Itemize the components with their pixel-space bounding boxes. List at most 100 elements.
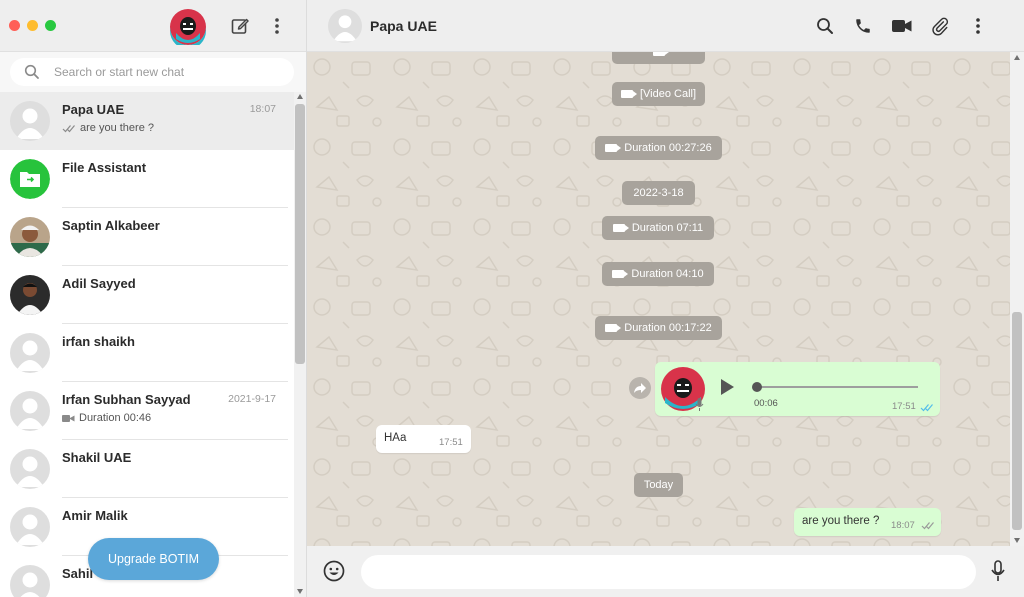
search-icon[interactable]: [814, 15, 836, 37]
search-input[interactable]: [54, 63, 284, 81]
file-assistant-icon: [10, 159, 50, 199]
system-message-duration: Duration 04:10: [602, 262, 714, 286]
microphone-icon[interactable]: [990, 560, 1010, 582]
chat-name: irfan shaikh: [62, 334, 135, 349]
avatar: [10, 391, 50, 431]
chat-wallpaper-pattern: [307, 52, 1024, 546]
message-time: 18:07: [891, 520, 915, 531]
avatar: [10, 101, 50, 141]
contact-avatar[interactable]: [328, 9, 362, 43]
chat-name: Sahil: [62, 566, 94, 581]
window-close-button[interactable]: [9, 20, 20, 31]
avatar: [10, 449, 50, 489]
more-vertical-icon[interactable]: [265, 14, 289, 38]
chat-item-shakil-uae[interactable]: Shakil UAE: [0, 440, 294, 498]
default-avatar-icon: [10, 565, 50, 597]
conversation-header: Papa UAE: [307, 0, 1024, 52]
more-vertical-icon[interactable]: [967, 15, 989, 37]
message-time: 17:51: [892, 401, 916, 412]
message-area: [Video Call] Duration 00:27:26 2022-3-18…: [307, 52, 1024, 546]
system-message-duration: Duration 07:11: [602, 216, 714, 240]
system-message-duration: Duration 00:27:26: [595, 136, 722, 160]
date-separator: 2022-3-18: [622, 181, 695, 205]
search-icon: [24, 64, 39, 79]
message-time: 17:51: [439, 437, 463, 448]
message-text: are you there ?: [802, 515, 880, 527]
avatar: [10, 333, 50, 373]
video-camera-icon: [612, 270, 629, 278]
outgoing-message-bubble[interactable]: are you there ? 18:07: [794, 508, 941, 536]
chat-list-scrollbar[interactable]: [294, 92, 306, 597]
default-avatar-icon: [10, 391, 50, 431]
default-avatar-icon: [328, 9, 362, 43]
emoji-icon[interactable]: [323, 560, 345, 582]
date-separator-today: Today: [634, 473, 683, 497]
search-bar: [0, 52, 306, 92]
chat-name: Amir Malik: [62, 508, 128, 523]
default-avatar-icon: [10, 101, 50, 141]
avatar: [10, 159, 50, 199]
scroll-up-arrow-icon[interactable]: [297, 94, 303, 99]
double-check-icon: [921, 522, 934, 530]
scrollbar-thumb[interactable]: [1012, 312, 1022, 530]
chat-time: 18:07: [249, 103, 276, 115]
voice-progress-track[interactable]: [755, 386, 918, 388]
default-avatar-icon: [10, 449, 50, 489]
voice-duration: 00:06: [754, 398, 778, 409]
contact-photo: [10, 275, 50, 315]
incoming-message-bubble[interactable]: HAa 17:51: [376, 425, 471, 453]
avatar: [10, 275, 50, 315]
chat-item-irfan-shaikh[interactable]: irfan shaikh: [0, 324, 294, 382]
chat-item-saptin-alkabeer[interactable]: Saptin Alkabeer: [0, 208, 294, 266]
chat-name: File Assistant: [62, 160, 147, 175]
microphone-icon: [695, 398, 704, 411]
upgrade-botim-button[interactable]: Upgrade BOTIM: [88, 538, 219, 580]
scroll-up-arrow-icon[interactable]: [1014, 55, 1020, 60]
compose-icon[interactable]: [228, 14, 252, 38]
avatar: [10, 507, 50, 547]
conversation-panel: Papa UAE [Video Call] Duration 00:27:26 …: [307, 0, 1024, 597]
system-message: [612, 52, 705, 64]
phone-call-icon[interactable]: [852, 15, 874, 37]
chat-time: 2021-9-17: [228, 393, 276, 405]
window-minimize-button[interactable]: [27, 20, 38, 31]
chat-preview: Duration 00:46: [79, 412, 152, 424]
message-text: HAa: [384, 432, 407, 444]
message-input[interactable]: [361, 555, 976, 589]
avatar: [10, 565, 50, 597]
sidebar-header: [0, 0, 306, 52]
double-check-icon: [62, 124, 75, 132]
default-avatar-icon: [10, 333, 50, 373]
chat-item-papa-uae[interactable]: Papa UAE 18:07 are you there ?: [0, 92, 294, 150]
window-zoom-button[interactable]: [45, 20, 56, 31]
contact-name[interactable]: Papa UAE: [370, 18, 437, 34]
chat-item-adil-sayyed[interactable]: Adil Sayyed: [0, 266, 294, 324]
default-avatar-icon: [10, 507, 50, 547]
chat-item-file-assistant[interactable]: File Assistant: [0, 150, 294, 208]
message-area-scrollbar[interactable]: [1010, 52, 1024, 546]
voice-message-bubble[interactable]: 00:06 17:51: [655, 362, 940, 416]
forward-icon[interactable]: [629, 377, 651, 399]
message-composer: [307, 546, 1024, 597]
avatar: [10, 217, 50, 257]
video-camera-icon: [605, 144, 622, 152]
my-profile-avatar[interactable]: [170, 9, 206, 49]
chat-name: Saptin Alkabeer: [62, 218, 160, 233]
video-camera-icon: [620, 90, 637, 98]
play-icon[interactable]: [721, 379, 734, 395]
scroll-down-arrow-icon[interactable]: [1014, 538, 1020, 543]
scrollbar-thumb[interactable]: [295, 104, 305, 364]
video-camera-icon: [62, 414, 75, 422]
voice-progress-knob[interactable]: [752, 382, 762, 392]
video-call-icon[interactable]: [891, 15, 913, 37]
chat-name: Adil Sayyed: [62, 276, 136, 291]
chat-preview: are you there ?: [80, 122, 154, 134]
scroll-down-arrow-icon[interactable]: [297, 589, 303, 594]
search-field[interactable]: [10, 58, 294, 86]
chat-item-irfan-subhan-sayyad[interactable]: Irfan Subhan Sayyad 2021-9-17 Duration 0…: [0, 382, 294, 440]
attachment-icon[interactable]: [929, 15, 951, 37]
chat-list-panel: Papa UAE 18:07 are you there ? File Assi…: [0, 0, 307, 597]
chat-list: Papa UAE 18:07 are you there ? File Assi…: [0, 92, 294, 597]
contact-photo: [10, 217, 50, 257]
chat-name: Irfan Subhan Sayyad: [62, 392, 191, 407]
